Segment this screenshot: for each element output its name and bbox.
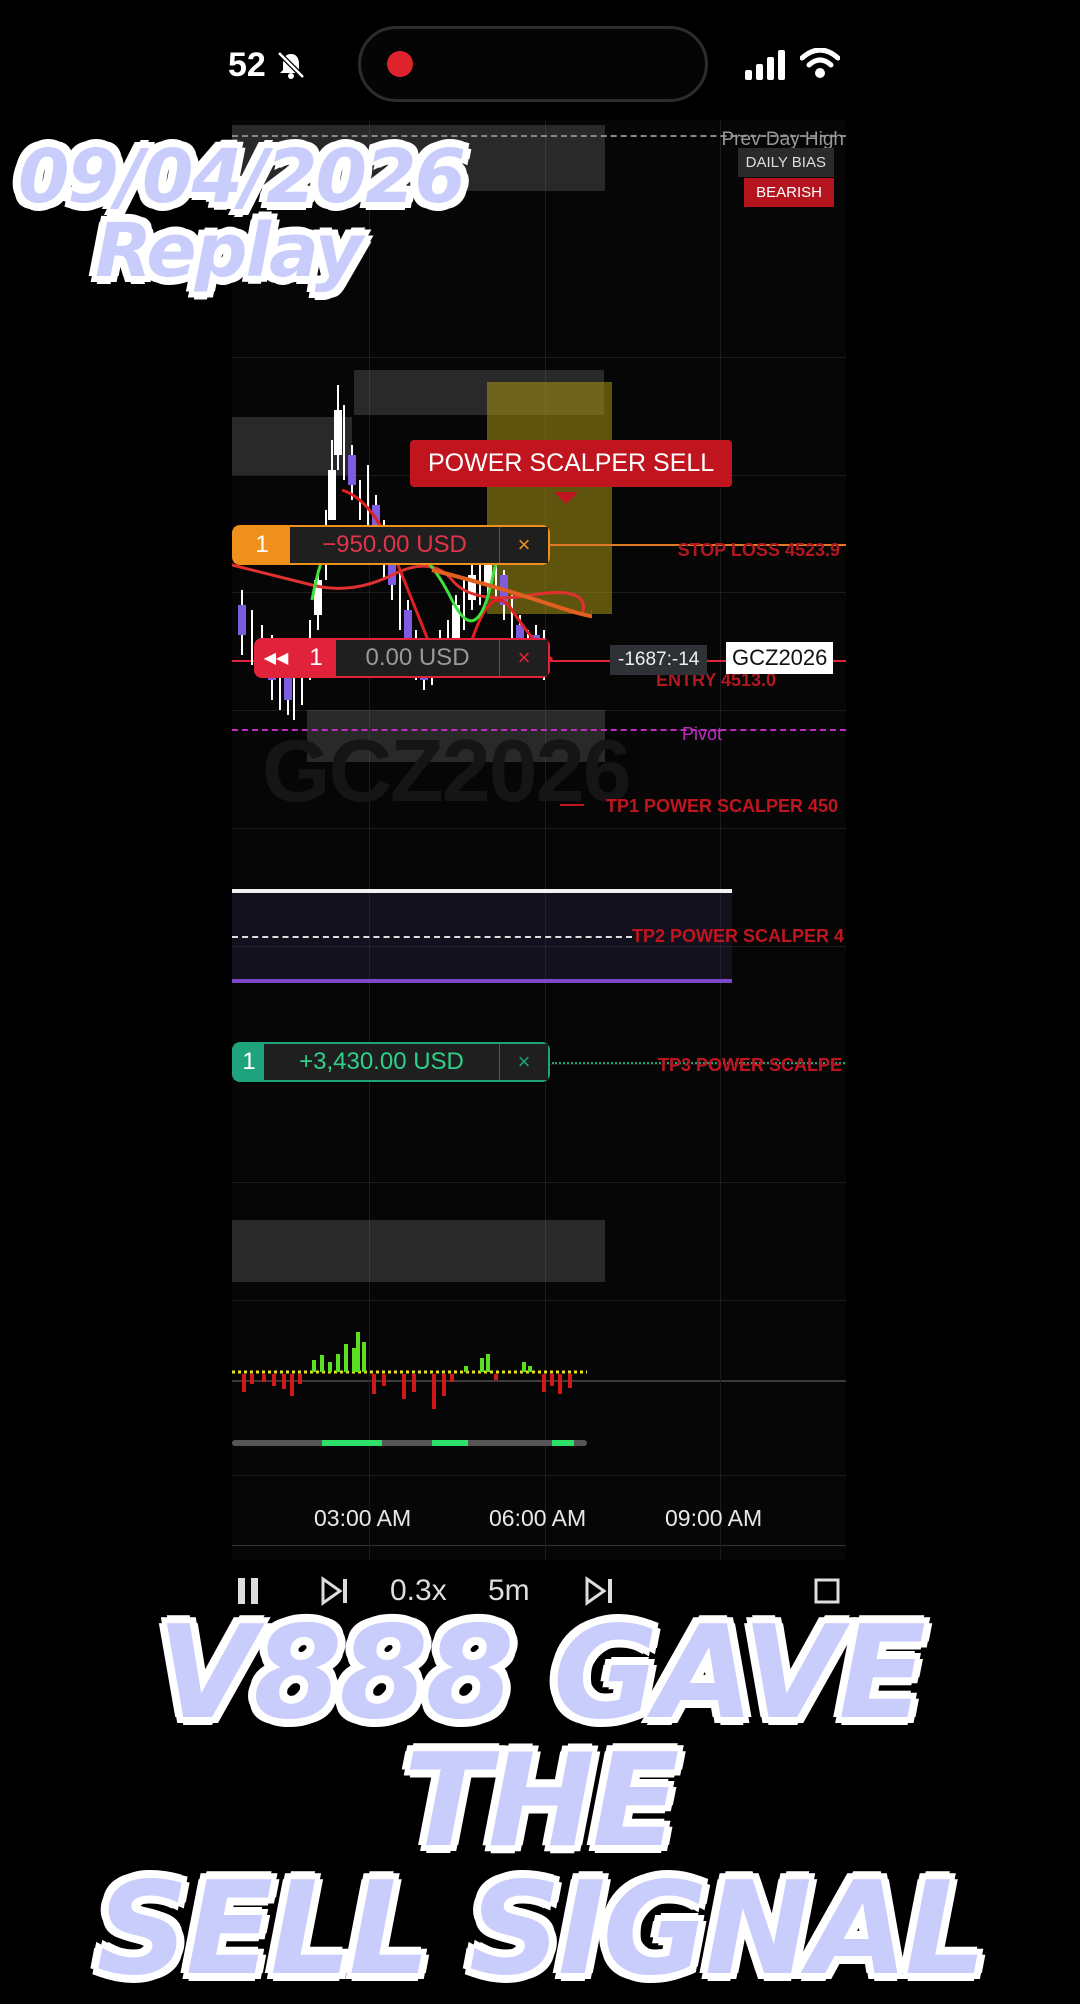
grid-line <box>232 1300 846 1301</box>
close-tp3-order-button[interactable]: × <box>499 1044 548 1080</box>
bar-countdown: -1687:-14 <box>610 645 708 675</box>
rewind-icon[interactable]: ◀◀ <box>256 640 296 676</box>
momentum-histogram <box>232 1332 587 1446</box>
headline-line-1: V888 GAVE THE <box>157 1599 926 1876</box>
tp3-label: TP3 POWER SCALPE <box>658 1055 843 1075</box>
tp2-lower-line <box>232 979 732 983</box>
daily-bias-label: DAILY BIAS <box>737 148 834 177</box>
zone <box>232 1220 605 1282</box>
x-axis-tick: 09:00 AM <box>665 1505 763 1531</box>
axis-line <box>232 1545 846 1546</box>
wifi-icon <box>800 48 840 78</box>
power-scalper-sell-signal: POWER SCALPER SELL <box>410 440 733 487</box>
daily-bias-badge: BEARISH <box>744 178 834 207</box>
tp3-order-qty: 1 <box>234 1044 264 1080</box>
headline-line-2: SELL SIGNAL <box>96 1855 987 2004</box>
entry-order-pnl: 0.00 USD <box>336 640 499 676</box>
status-time: 52 <box>228 46 266 84</box>
grid-line <box>232 1182 846 1183</box>
stop-order-pnl: −950.00 USD <box>290 527 499 563</box>
grid-line <box>232 1475 846 1476</box>
close-stop-order-button[interactable]: × <box>499 527 548 563</box>
grid-line <box>720 120 721 1560</box>
tp3-order[interactable]: 1 +3,430.00 USD × <box>232 1042 550 1082</box>
x-axis-tick: 06:00 AM <box>489 1505 587 1531</box>
price-chart[interactable]: GCZ2026 Prev Day High DAILY BIAS BEARISH… <box>232 120 846 1560</box>
replay-text: Replay <box>95 208 363 294</box>
tp3-order-pnl: +3,430.00 USD <box>264 1044 499 1080</box>
entry-order-qty: 1 <box>296 640 336 676</box>
recording-indicator-icon <box>387 51 413 77</box>
grid-line <box>232 828 846 829</box>
pivot-label: Pivot <box>682 724 723 744</box>
tp2-label: TP2 POWER SCALPER 4 <box>632 926 845 946</box>
symbol-price-tag: GCZ2026 <box>726 642 834 674</box>
dynamic-island <box>358 26 708 102</box>
stop-loss-order[interactable]: 1 −950.00 USD × <box>232 525 550 565</box>
date-text: 09/04/2026 <box>18 134 466 220</box>
replay-date-overlay: 09/04/2026 Replay <box>18 134 466 294</box>
stop-loss-label: STOP LOSS 4523.9 <box>677 540 840 560</box>
headline-overlay: V888 GAVE THE SELL SIGNAL <box>70 1610 1010 1994</box>
close-entry-order-button[interactable]: × <box>499 640 548 676</box>
tp2-upper-line <box>232 889 732 893</box>
cellular-signal-icon <box>745 50 785 80</box>
entry-order[interactable]: ◀◀ 1 0.00 USD × <box>254 638 550 678</box>
tp2-dashed-line <box>232 936 632 938</box>
signal-pointer <box>554 492 578 504</box>
tp1-label: TP1 POWER SCALPER 450 <box>606 796 839 816</box>
grid-line <box>232 357 846 358</box>
bell-muted-icon <box>277 51 305 79</box>
x-axis-tick: 03:00 AM <box>314 1505 412 1531</box>
stop-order-qty: 1 <box>234 527 290 563</box>
